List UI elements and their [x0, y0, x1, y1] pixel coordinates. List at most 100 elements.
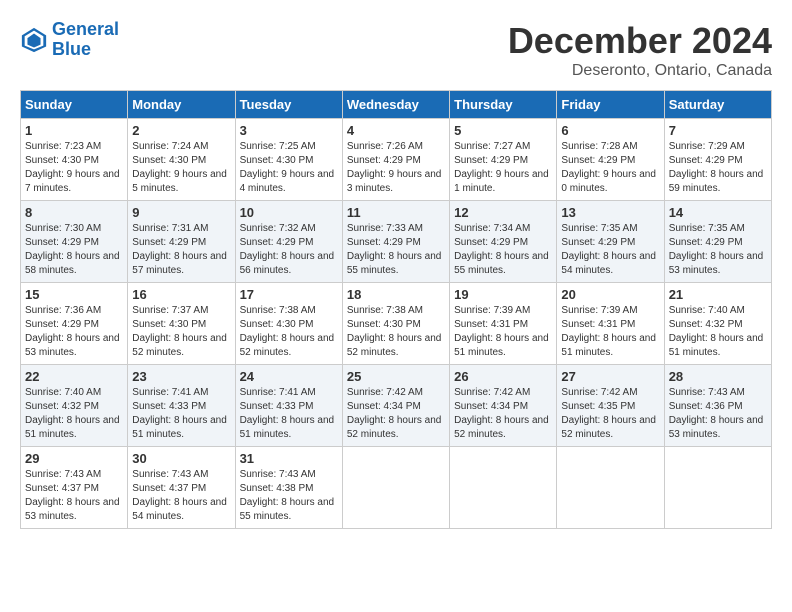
day-number: 7	[669, 123, 767, 138]
day-number: 6	[561, 123, 659, 138]
day-number: 23	[132, 369, 230, 384]
calendar-week-row: 22 Sunrise: 7:40 AMSunset: 4:32 PMDaylig…	[21, 365, 772, 447]
calendar-cell: 15 Sunrise: 7:36 AMSunset: 4:29 PMDaylig…	[21, 283, 128, 365]
day-number: 8	[25, 205, 123, 220]
day-info: Sunrise: 7:30 AMSunset: 4:29 PMDaylight:…	[25, 222, 123, 278]
day-number: 1	[25, 123, 123, 138]
day-info: Sunrise: 7:25 AMSunset: 4:30 PMDaylight:…	[240, 140, 338, 196]
day-number: 25	[347, 369, 445, 384]
day-number: 26	[454, 369, 552, 384]
day-number: 12	[454, 205, 552, 220]
calendar-cell: 10 Sunrise: 7:32 AMSunset: 4:29 PMDaylig…	[235, 201, 342, 283]
weekday-header-row: SundayMondayTuesdayWednesdayThursdayFrid…	[21, 91, 772, 119]
day-number: 16	[132, 287, 230, 302]
day-number: 13	[561, 205, 659, 220]
day-info: Sunrise: 7:29 AMSunset: 4:29 PMDaylight:…	[669, 140, 767, 196]
day-number: 4	[347, 123, 445, 138]
calendar-cell: 13 Sunrise: 7:35 AMSunset: 4:29 PMDaylig…	[557, 201, 664, 283]
calendar-cell: 5 Sunrise: 7:27 AMSunset: 4:29 PMDayligh…	[450, 119, 557, 201]
calendar-cell: 22 Sunrise: 7:40 AMSunset: 4:32 PMDaylig…	[21, 365, 128, 447]
day-number: 5	[454, 123, 552, 138]
day-info: Sunrise: 7:43 AMSunset: 4:38 PMDaylight:…	[240, 468, 338, 524]
day-info: Sunrise: 7:31 AMSunset: 4:29 PMDaylight:…	[132, 222, 230, 278]
subtitle: Deseronto, Ontario, Canada	[508, 62, 772, 80]
calendar-cell	[664, 447, 771, 529]
day-number: 9	[132, 205, 230, 220]
day-info: Sunrise: 7:34 AMSunset: 4:29 PMDaylight:…	[454, 222, 552, 278]
calendar-cell: 17 Sunrise: 7:38 AMSunset: 4:30 PMDaylig…	[235, 283, 342, 365]
day-number: 21	[669, 287, 767, 302]
day-info: Sunrise: 7:43 AMSunset: 4:37 PMDaylight:…	[25, 468, 123, 524]
day-info: Sunrise: 7:23 AMSunset: 4:30 PMDaylight:…	[25, 140, 123, 196]
day-info: Sunrise: 7:35 AMSunset: 4:29 PMDaylight:…	[669, 222, 767, 278]
day-info: Sunrise: 7:38 AMSunset: 4:30 PMDaylight:…	[347, 304, 445, 360]
day-info: Sunrise: 7:36 AMSunset: 4:29 PMDaylight:…	[25, 304, 123, 360]
title-section: December 2024 Deseronto, Ontario, Canada	[508, 20, 772, 80]
weekday-header: Thursday	[450, 91, 557, 119]
logo: General Blue	[20, 20, 119, 60]
calendar-week-row: 29 Sunrise: 7:43 AMSunset: 4:37 PMDaylig…	[21, 447, 772, 529]
calendar-cell	[557, 447, 664, 529]
weekday-header: Wednesday	[342, 91, 449, 119]
calendar-cell: 8 Sunrise: 7:30 AMSunset: 4:29 PMDayligh…	[21, 201, 128, 283]
day-number: 30	[132, 451, 230, 466]
calendar-cell: 9 Sunrise: 7:31 AMSunset: 4:29 PMDayligh…	[128, 201, 235, 283]
day-info: Sunrise: 7:42 AMSunset: 4:34 PMDaylight:…	[347, 386, 445, 442]
calendar-cell: 18 Sunrise: 7:38 AMSunset: 4:30 PMDaylig…	[342, 283, 449, 365]
weekday-header: Saturday	[664, 91, 771, 119]
day-number: 20	[561, 287, 659, 302]
day-number: 31	[240, 451, 338, 466]
calendar-cell: 11 Sunrise: 7:33 AMSunset: 4:29 PMDaylig…	[342, 201, 449, 283]
calendar-cell: 2 Sunrise: 7:24 AMSunset: 4:30 PMDayligh…	[128, 119, 235, 201]
header: General Blue December 2024 Deseronto, On…	[20, 20, 772, 80]
day-number: 14	[669, 205, 767, 220]
calendar-cell: 27 Sunrise: 7:42 AMSunset: 4:35 PMDaylig…	[557, 365, 664, 447]
day-number: 19	[454, 287, 552, 302]
day-info: Sunrise: 7:41 AMSunset: 4:33 PMDaylight:…	[132, 386, 230, 442]
weekday-header: Friday	[557, 91, 664, 119]
logo-text: General Blue	[52, 20, 119, 60]
day-info: Sunrise: 7:43 AMSunset: 4:37 PMDaylight:…	[132, 468, 230, 524]
day-info: Sunrise: 7:40 AMSunset: 4:32 PMDaylight:…	[669, 304, 767, 360]
day-number: 2	[132, 123, 230, 138]
calendar-week-row: 1 Sunrise: 7:23 AMSunset: 4:30 PMDayligh…	[21, 119, 772, 201]
day-number: 10	[240, 205, 338, 220]
calendar-cell: 23 Sunrise: 7:41 AMSunset: 4:33 PMDaylig…	[128, 365, 235, 447]
day-info: Sunrise: 7:39 AMSunset: 4:31 PMDaylight:…	[561, 304, 659, 360]
day-info: Sunrise: 7:41 AMSunset: 4:33 PMDaylight:…	[240, 386, 338, 442]
calendar-cell: 25 Sunrise: 7:42 AMSunset: 4:34 PMDaylig…	[342, 365, 449, 447]
day-info: Sunrise: 7:42 AMSunset: 4:34 PMDaylight:…	[454, 386, 552, 442]
calendar-cell: 21 Sunrise: 7:40 AMSunset: 4:32 PMDaylig…	[664, 283, 771, 365]
day-info: Sunrise: 7:27 AMSunset: 4:29 PMDaylight:…	[454, 140, 552, 196]
weekday-header: Tuesday	[235, 91, 342, 119]
calendar-cell: 1 Sunrise: 7:23 AMSunset: 4:30 PMDayligh…	[21, 119, 128, 201]
day-number: 27	[561, 369, 659, 384]
day-info: Sunrise: 7:26 AMSunset: 4:29 PMDaylight:…	[347, 140, 445, 196]
weekday-header: Sunday	[21, 91, 128, 119]
day-number: 11	[347, 205, 445, 220]
calendar-cell: 31 Sunrise: 7:43 AMSunset: 4:38 PMDaylig…	[235, 447, 342, 529]
calendar-cell	[342, 447, 449, 529]
day-info: Sunrise: 7:33 AMSunset: 4:29 PMDaylight:…	[347, 222, 445, 278]
day-info: Sunrise: 7:28 AMSunset: 4:29 PMDaylight:…	[561, 140, 659, 196]
calendar-cell: 30 Sunrise: 7:43 AMSunset: 4:37 PMDaylig…	[128, 447, 235, 529]
calendar-week-row: 15 Sunrise: 7:36 AMSunset: 4:29 PMDaylig…	[21, 283, 772, 365]
weekday-header: Monday	[128, 91, 235, 119]
day-number: 18	[347, 287, 445, 302]
calendar-cell: 20 Sunrise: 7:39 AMSunset: 4:31 PMDaylig…	[557, 283, 664, 365]
day-number: 15	[25, 287, 123, 302]
logo-line1: General	[52, 19, 119, 39]
day-info: Sunrise: 7:38 AMSunset: 4:30 PMDaylight:…	[240, 304, 338, 360]
calendar-cell: 29 Sunrise: 7:43 AMSunset: 4:37 PMDaylig…	[21, 447, 128, 529]
calendar-cell: 7 Sunrise: 7:29 AMSunset: 4:29 PMDayligh…	[664, 119, 771, 201]
calendar-cell: 19 Sunrise: 7:39 AMSunset: 4:31 PMDaylig…	[450, 283, 557, 365]
day-info: Sunrise: 7:24 AMSunset: 4:30 PMDaylight:…	[132, 140, 230, 196]
day-number: 28	[669, 369, 767, 384]
day-number: 29	[25, 451, 123, 466]
day-number: 22	[25, 369, 123, 384]
day-info: Sunrise: 7:43 AMSunset: 4:36 PMDaylight:…	[669, 386, 767, 442]
calendar-week-row: 8 Sunrise: 7:30 AMSunset: 4:29 PMDayligh…	[21, 201, 772, 283]
calendar-cell: 26 Sunrise: 7:42 AMSunset: 4:34 PMDaylig…	[450, 365, 557, 447]
calendar-cell: 3 Sunrise: 7:25 AMSunset: 4:30 PMDayligh…	[235, 119, 342, 201]
calendar-cell	[450, 447, 557, 529]
